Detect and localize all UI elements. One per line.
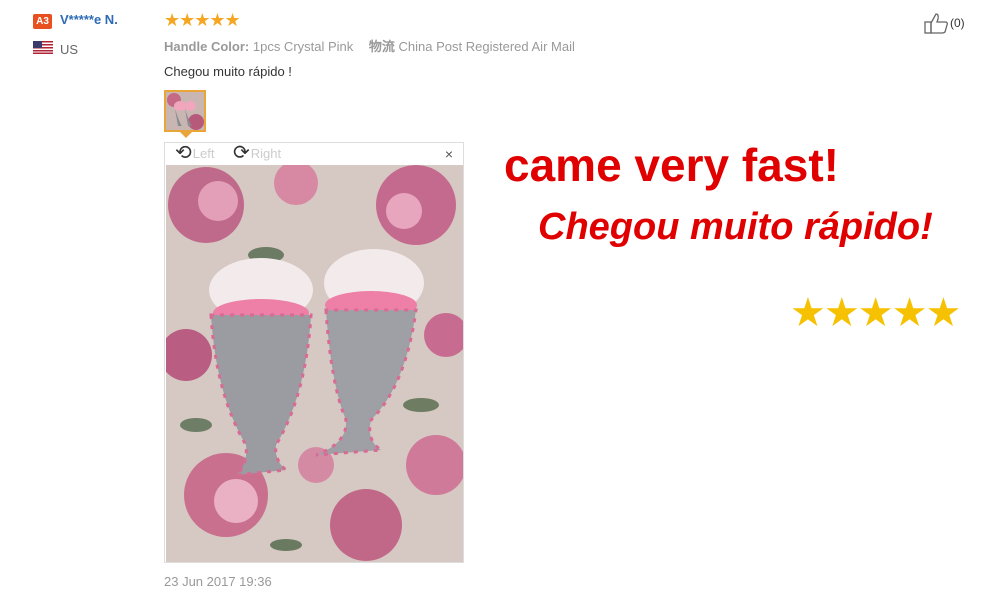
like-button[interactable]: (0) bbox=[924, 12, 965, 34]
review-date: 23 Jun 2017 19:36 bbox=[164, 574, 272, 589]
reviewer-country: US bbox=[60, 42, 79, 57]
like-count: (0) bbox=[950, 16, 965, 30]
reviewer-name[interactable]: V*****e N. bbox=[60, 12, 118, 27]
rotate-left-icon: ⟲ bbox=[175, 142, 192, 164]
rating-stars: ★★★★★ bbox=[164, 10, 241, 30]
level-badge: A3 bbox=[33, 14, 52, 29]
rotate-left-button[interactable]: ⟲ Left bbox=[175, 142, 215, 164]
attr-key: 物流 bbox=[368, 39, 395, 54]
order-attributes: Handle Color: 1pcs Crystal Pink 物流 China… bbox=[164, 36, 587, 55]
overlay-stars: ★★★★★ bbox=[790, 291, 961, 335]
close-icon[interactable]: × bbox=[445, 146, 453, 162]
rotate-left-label: Left bbox=[192, 145, 215, 161]
attr-value: China Post Registered Air Mail bbox=[398, 39, 575, 54]
image-viewer: ⟲ Left ⟳ Right × bbox=[164, 142, 464, 563]
attr-key: Handle Color: bbox=[164, 39, 250, 54]
rotate-right-label: Right bbox=[250, 145, 282, 161]
flag-us-icon bbox=[33, 41, 53, 54]
rotate-right-icon: ⟳ bbox=[233, 142, 250, 164]
photo-thumbnail[interactable] bbox=[164, 90, 206, 132]
review-photo bbox=[166, 165, 463, 562]
overlay-portuguese: Chegou muito rápido! bbox=[538, 206, 933, 248]
feedback-text: Chegou muito rápido ! bbox=[164, 64, 292, 79]
thumbnail-pointer bbox=[180, 132, 192, 138]
attr-value: 1pcs Crystal Pink bbox=[252, 39, 354, 54]
rotate-right-button[interactable]: ⟳ Right bbox=[233, 142, 282, 164]
overlay-english: came very fast! bbox=[504, 139, 839, 191]
thumbs-up-icon bbox=[924, 13, 948, 34]
viewer-toolbar: ⟲ Left ⟳ Right × bbox=[165, 143, 463, 165]
